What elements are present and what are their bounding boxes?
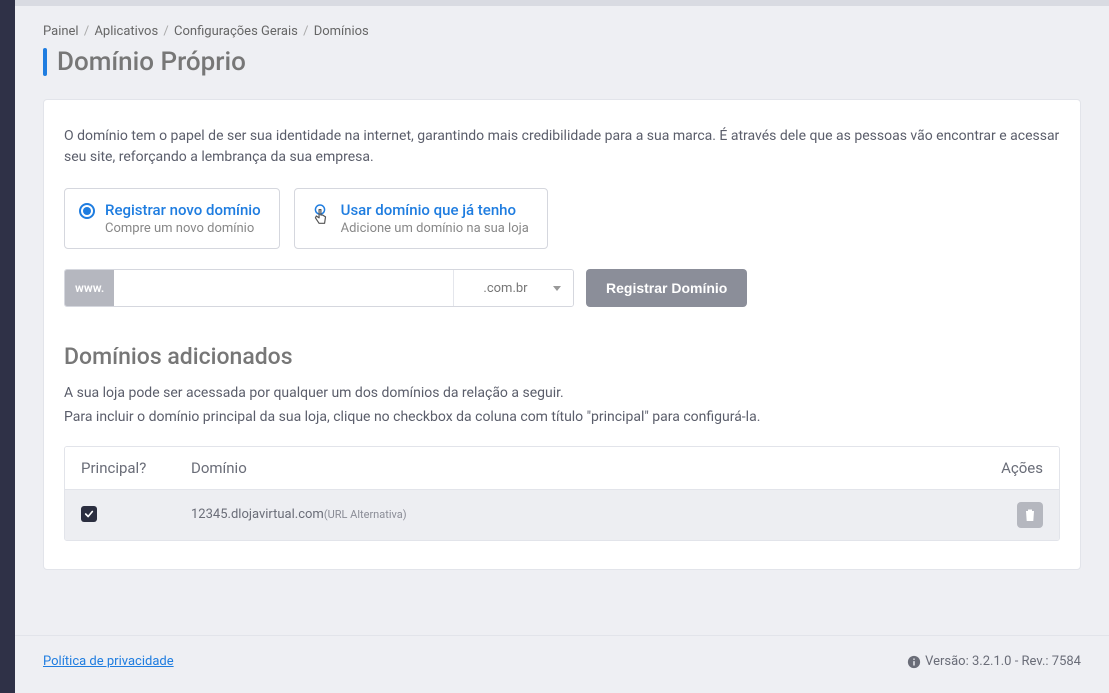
domain-cell: 12345.dlojavirtual.com(URL Alternativa) [191,507,973,522]
title-accent-bar [43,48,47,76]
sidebar-strip [0,0,15,693]
col-header-principal: Principal? [81,459,191,477]
info-icon [907,655,921,669]
added-domains-helper: A sua loja pode ser acessada por qualque… [64,382,1060,430]
option-register-domain[interactable]: Registrar novo domínio Compre um novo do… [64,188,280,249]
domain-input[interactable] [114,270,453,306]
domain-input-group: www. .com.br [64,269,574,307]
domains-table: Principal? Domínio Ações 12345.dlojavirt… [64,446,1060,541]
option-register-title: Registrar novo domínio [105,201,261,219]
register-domain-button[interactable]: Registrar Domínio [586,269,747,307]
footer: Política de privacidade Versão: 3.2.1.0 … [15,635,1109,693]
added-domains-title: Domínios adicionados [64,343,1060,370]
option-row: Registrar novo domínio Compre um novo do… [64,188,1060,249]
extension-value: .com.br [483,281,527,296]
version-info: Versão: 3.2.1.0 - Rev.: 7584 [907,654,1081,669]
breadcrumb-link-painel[interactable]: Painel [43,24,79,39]
delete-domain-button[interactable] [1017,502,1043,528]
trash-icon [1024,508,1036,522]
col-header-actions: Ações [973,459,1043,477]
table-header: Principal? Domínio Ações [65,447,1059,490]
option-use-existing-domain[interactable]: Usar domínio que já tenho Adicione um do… [294,188,548,249]
col-header-domain: Domínio [191,459,973,477]
option-existing-sub: Adicione um domínio na sua loja [341,221,529,236]
breadcrumb-link-aplicativos[interactable]: Aplicativos [94,24,158,39]
table-row: 12345.dlojavirtual.com(URL Alternativa) [65,490,1059,540]
breadcrumb-link-config[interactable]: Configurações Gerais [174,24,298,39]
extension-select[interactable]: .com.br [453,270,573,306]
domain-input-row: www. .com.br Registrar Domínio [64,269,1060,307]
intro-text: O domínio tem o papel de ser sua identid… [64,126,1060,168]
option-register-sub: Compre um novo domínio [105,221,261,236]
breadcrumb-current: Domínios [314,24,369,39]
page-title-row: Domínio Próprio [43,47,1081,77]
radio-icon [79,203,95,219]
www-prefix: www. [65,270,114,306]
breadcrumb: Painel / Aplicativos / Configurações Ger… [43,24,1081,39]
main-card: O domínio tem o papel de ser sua identid… [43,99,1081,570]
principal-checkbox[interactable] [81,506,97,522]
tap-icon [309,203,331,229]
page-title: Domínio Próprio [57,47,246,77]
privacy-link[interactable]: Política de privacidade [43,654,174,669]
option-existing-title: Usar domínio que já tenho [341,201,529,219]
